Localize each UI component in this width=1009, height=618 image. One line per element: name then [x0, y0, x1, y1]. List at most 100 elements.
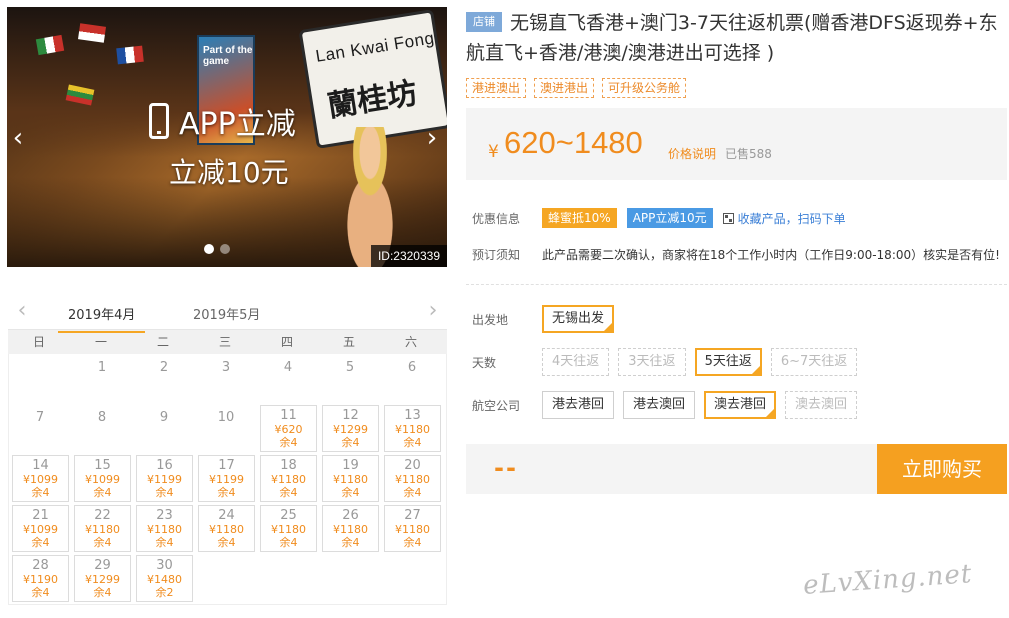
calendar-day-available[interactable]: 19 ¥1180 余4	[322, 455, 379, 502]
days-option-3[interactable]: 3天往返	[618, 348, 686, 376]
calendar-day-available[interactable]: 27 ¥1180 余4	[384, 505, 441, 552]
carousel-prev-icon[interactable]: ‹	[7, 123, 29, 153]
site-watermark: eLvXing.net	[802, 559, 974, 601]
promo-row: 优惠信息 蜂蜜抵10% APP立减10元 收藏产品，扫码下单	[472, 208, 846, 228]
carousel-dot[interactable]	[204, 244, 214, 254]
calendar-day-available[interactable]: 12 ¥1299 余4	[322, 405, 379, 452]
day-price: ¥620	[274, 423, 303, 436]
sign-chinese: 蘭桂坊	[325, 75, 420, 125]
route-option-mo-hk[interactable]: 澳去港回	[704, 391, 777, 419]
calendar-day	[9, 354, 71, 404]
month-tab-may[interactable]: 2019年5月	[193, 304, 260, 323]
days-label: 天数	[472, 355, 497, 370]
buy-now-button[interactable]: 立即购买	[877, 444, 1007, 494]
overlay-line-1: APP立减	[179, 107, 296, 142]
calendar-day-available[interactable]: 16 ¥1199 余4	[136, 455, 193, 502]
day-number: 7	[35, 410, 45, 425]
calendar-day: 5	[319, 354, 381, 404]
app-discount-badge: APP立减10元	[626, 208, 713, 228]
product-tags: 港进澳出 澳进港出 可升级公务舱	[466, 78, 687, 98]
day-price: ¥1180	[271, 473, 306, 486]
shop-tag[interactable]: 店铺	[466, 12, 502, 32]
favorite-scan-link[interactable]: 收藏产品，扫码下单	[722, 210, 846, 227]
calendar-day-available[interactable]: 15 ¥1099 余4	[74, 455, 131, 502]
day-number: 6	[407, 360, 417, 375]
price-explanation-link[interactable]: 价格说明	[668, 145, 716, 162]
route-option-hk-hk[interactable]: 港去港回	[542, 391, 615, 419]
days-option-5[interactable]: 5天往返	[694, 348, 762, 376]
price-box: ¥ 620~1480 价格说明 已售588	[466, 108, 1007, 180]
calendar-day: 3	[195, 354, 257, 404]
day-price: ¥1180	[395, 423, 430, 436]
calendar-day: 9	[133, 404, 195, 454]
calendar-day-available[interactable]: 24 ¥1180 余4	[198, 505, 255, 552]
calendar-day-available[interactable]: 21 ¥1099 余4	[12, 505, 69, 552]
day-number: 19	[342, 458, 359, 473]
calendar-day-available[interactable]: 25 ¥1180 余4	[260, 505, 317, 552]
day-number: 12	[342, 408, 359, 423]
day-price: ¥1199	[147, 473, 182, 486]
sold-count: 已售588	[725, 147, 772, 161]
calendar-day-available[interactable]: 14 ¥1099 余4	[12, 455, 69, 502]
calendar-day-available[interactable]: 28 ¥1190 余4	[12, 555, 69, 602]
day-number: 18	[280, 458, 297, 473]
price-calendar: ‹ 2019年4月 2019年5月 › 日一二三四五六 1 2 3 4 5 6 7 8 9 10 1…	[8, 296, 447, 605]
promo-label: 优惠信息	[472, 211, 521, 226]
calendar-day-available[interactable]: 17 ¥1199 余4	[198, 455, 255, 502]
day-price: ¥1299	[85, 573, 120, 586]
day-number: 26	[342, 508, 359, 523]
calendar-day: 8	[71, 404, 133, 454]
prev-month-icon[interactable]: ‹	[12, 298, 32, 323]
carousel-next-icon[interactable]: ›	[421, 123, 443, 153]
calendar-day-available[interactable]: 23 ¥1180 余4	[136, 505, 193, 552]
calendar-day-available[interactable]: 20 ¥1180 余4	[384, 455, 441, 502]
day-price: ¥1480	[147, 573, 182, 586]
calendar-day-available[interactable]: 18 ¥1180 余4	[260, 455, 317, 502]
notice-label: 预订须知	[472, 248, 521, 262]
day-remaining: 余4	[155, 486, 174, 499]
calendar-day-available[interactable]: 13 ¥1180 余4	[384, 405, 441, 452]
day-number: 8	[97, 410, 107, 425]
calendar-header: ‹ 2019年4月 2019年5月 ›	[8, 296, 447, 333]
honey-discount-badge: 蜂蜜抵10%	[542, 208, 617, 228]
weekday-label: 五	[342, 335, 355, 349]
calendar-day-available[interactable]: 30 ¥1480 余2	[136, 555, 193, 602]
calendar-day: 6	[381, 354, 443, 404]
price-currency: ¥	[488, 142, 499, 162]
calendar-day: 2	[133, 354, 195, 404]
day-number: 29	[94, 558, 111, 573]
calendar-day-available[interactable]: 26 ¥1180 余4	[322, 505, 379, 552]
day-remaining: 余4	[403, 536, 422, 549]
day-number: 5	[345, 360, 355, 375]
day-remaining: 余4	[31, 486, 50, 499]
day-price: ¥1180	[333, 523, 368, 536]
days-option-4[interactable]: 4天往返	[542, 348, 610, 376]
day-price: ¥1180	[209, 523, 244, 536]
day-remaining: 余4	[279, 436, 298, 449]
route-option-hk-mo[interactable]: 港去澳回	[623, 391, 696, 419]
day-number: 21	[32, 508, 49, 523]
departure-option-wuxi[interactable]: 无锡出发	[542, 305, 615, 333]
product-tag: 港进澳出	[466, 78, 527, 98]
notice-text: 此产品需要二次确认，商家将在18个工作小时内（工作日9:00-18:00）核实是…	[542, 248, 1000, 262]
banner-text: Part of the game	[203, 45, 253, 67]
day-number: 17	[218, 458, 235, 473]
day-number: 22	[94, 508, 111, 523]
day-remaining: 余4	[403, 486, 422, 499]
day-remaining: 余4	[31, 536, 50, 549]
days-option-6-7[interactable]: 6~7天往返	[770, 348, 858, 376]
next-month-icon[interactable]: ›	[423, 298, 443, 323]
carousel-dot[interactable]	[220, 244, 230, 254]
day-number: 10	[217, 410, 235, 425]
month-tab-april[interactable]: 2019年4月	[57, 304, 146, 333]
section-divider	[466, 284, 1007, 285]
departure-label: 出发地	[472, 312, 509, 327]
calendar-day: 10	[195, 404, 257, 454]
route-option-mo-mo[interactable]: 澳去澳回	[785, 391, 858, 419]
weekday-label: 一	[94, 335, 107, 349]
calendar-day-available[interactable]: 11 ¥620 余4	[260, 405, 317, 452]
calendar-day-available[interactable]: 22 ¥1180 余4	[74, 505, 131, 552]
calendar-day-available[interactable]: 29 ¥1299 余4	[74, 555, 131, 602]
product-photo-carousel[interactable]: Part of the game Lan Kwai Fong 蘭桂坊 APP立减…	[7, 7, 447, 267]
selection-placeholder: --	[494, 454, 518, 482]
